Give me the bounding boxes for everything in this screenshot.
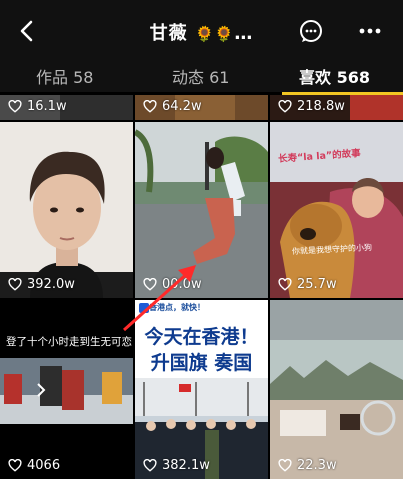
video-thumbnail-top-3[interactable]: 218.8w [270, 95, 403, 120]
video-thumbnail-dog[interactable]: 长寿“la la”的故事 你就是我想守护的小狗 25.7w [270, 122, 403, 298]
liked-videos-grid: 16.1w 64.2w 218.8w 392.0w 00.0w 长寿“la la… [0, 95, 403, 479]
like-count-text: 218.8w [297, 99, 345, 114]
like-count: 4066 [8, 458, 60, 473]
video-thumbnail-climbers[interactable]: 登了十个小时走到生无可恋 4066 [0, 300, 133, 479]
sunflower-icon-2: 🌻 [214, 25, 235, 43]
heart-icon [278, 278, 292, 291]
heart-icon [278, 100, 292, 113]
thumbnail-image [0, 300, 133, 479]
like-count: 392.0w [8, 277, 75, 292]
like-count: 25.7w [278, 277, 337, 292]
video-thumbnail-news[interactable]: 香港点，就快！ 今天在香港！ 升国旗 奏国歌！ 382.1w [135, 300, 268, 479]
video-thumbnail-top-2[interactable]: 64.2w [135, 95, 268, 120]
heart-icon [143, 278, 157, 291]
like-count: 00.0w [143, 277, 202, 292]
like-count: 64.2w [143, 99, 202, 114]
like-count-text: 00.0w [162, 277, 202, 292]
like-count-text: 25.7w [297, 277, 337, 292]
title-name: 甘薇 [149, 23, 188, 44]
heart-icon [8, 100, 22, 113]
heart-icon [8, 459, 22, 472]
news-headline-1: 今天在香港！ [135, 322, 268, 349]
like-count: 22.3w [278, 458, 337, 473]
profile-header: 甘薇 🌻🌻… [0, 0, 403, 62]
more-options-icon[interactable] [357, 18, 383, 44]
thumbnail-image [0, 122, 133, 298]
like-count: 16.1w [8, 99, 67, 114]
tab-works[interactable]: 作品 58 [36, 64, 93, 88]
video-thumbnail-portrait[interactable]: 392.0w [0, 122, 133, 298]
profile-tabs: 作品 58 动态 61 喜欢 568 [0, 62, 403, 92]
title-ellipsis: … [234, 23, 254, 44]
like-count: 218.8w [278, 99, 345, 114]
sunflower-icon: 🌻 [194, 25, 215, 43]
tab-updates[interactable]: 动态 61 [172, 64, 229, 88]
video-thumbnail-top-1[interactable]: 16.1w [0, 95, 133, 120]
like-count: 382.1w [143, 458, 210, 473]
like-count-text: 16.1w [27, 99, 67, 114]
news-logo-icon [139, 303, 149, 313]
heart-icon [278, 459, 292, 472]
heart-icon [143, 459, 157, 472]
like-count-text: 64.2w [162, 99, 202, 114]
video-caption: 登了十个小时走到生无可恋 [6, 336, 132, 348]
news-tag: 香港点，就快！ [149, 303, 205, 312]
video-thumbnail-hotel-room[interactable]: 22.3w [270, 300, 403, 479]
heart-icon [8, 278, 22, 291]
like-count-text: 382.1w [162, 458, 210, 473]
page-title: 甘薇 🌻🌻… [0, 19, 403, 45]
heart-icon [143, 100, 157, 113]
like-count-text: 4066 [27, 458, 61, 473]
message-icon[interactable] [298, 18, 324, 44]
tab-likes[interactable]: 喜欢 568 [299, 64, 370, 88]
thumbnail-image [270, 300, 403, 479]
like-count-text: 22.3w [297, 458, 337, 473]
video-thumbnail-dance[interactable]: 00.0w [135, 122, 268, 298]
like-count-text: 392.0w [27, 277, 75, 292]
thumbnail-image [135, 122, 268, 298]
